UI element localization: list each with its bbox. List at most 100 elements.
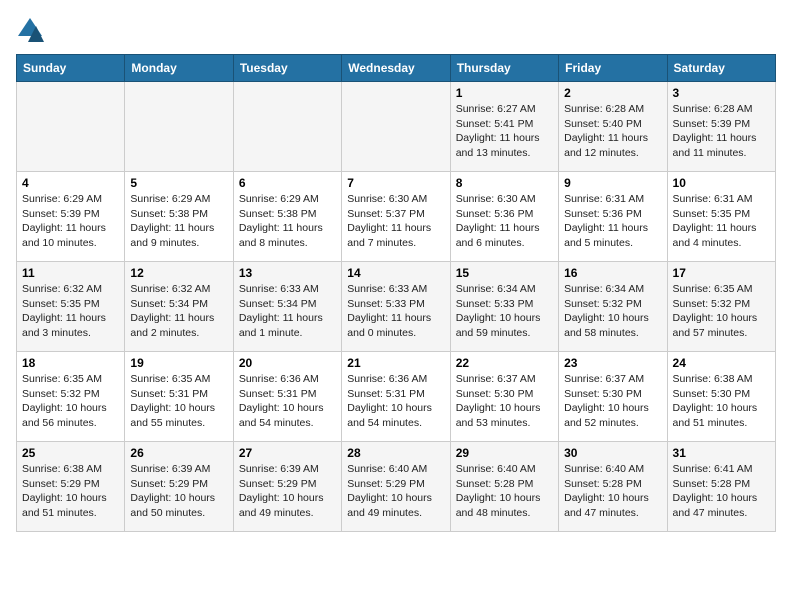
calendar-cell: 18 Sunrise: 6:35 AM Sunset: 5:32 PM Dayli… xyxy=(17,352,125,442)
day-number: 23 xyxy=(564,356,661,370)
calendar-cell: 24 Sunrise: 6:38 AM Sunset: 5:30 PM Dayli… xyxy=(667,352,775,442)
day-number: 2 xyxy=(564,86,661,100)
calendar-cell: 12Sunrise: 6:32 AM Sunset: 5:34 PM Dayli… xyxy=(125,262,233,352)
calendar-cell: 8 Sunrise: 6:30 AM Sunset: 5:36 PM Daylig… xyxy=(450,172,558,262)
day-number: 8 xyxy=(456,176,553,190)
weekday-header: Friday xyxy=(559,55,667,82)
day-number: 29 xyxy=(456,446,553,460)
day-info: Sunrise: 6:31 AM Sunset: 5:36 PM Dayligh… xyxy=(564,192,661,251)
weekday-header: Thursday xyxy=(450,55,558,82)
day-number: 20 xyxy=(239,356,336,370)
calendar-cell: 1 Sunrise: 6:27 AM Sunset: 5:41 PM Daylig… xyxy=(450,82,558,172)
day-info: Sunrise: 6:41 AM Sunset: 5:28 PM Dayligh… xyxy=(673,462,770,521)
day-info: Sunrise: 6:38 AM Sunset: 5:30 PM Dayligh… xyxy=(673,372,770,431)
calendar-cell: 16 Sunrise: 6:34 AM Sunset: 5:32 PM Dayli… xyxy=(559,262,667,352)
day-info: Sunrise: 6:28 AM Sunset: 5:40 PM Dayligh… xyxy=(564,102,661,161)
weekday-header: Sunday xyxy=(17,55,125,82)
day-number: 6 xyxy=(239,176,336,190)
day-number: 11 xyxy=(22,266,119,280)
calendar-cell: 7Sunrise: 6:30 AM Sunset: 5:37 PM Daylig… xyxy=(342,172,450,262)
calendar-cell: 5Sunrise: 6:29 AM Sunset: 5:38 PM Daylig… xyxy=(125,172,233,262)
day-number: 28 xyxy=(347,446,444,460)
day-number: 26 xyxy=(130,446,227,460)
day-info: Sunrise: 6:40 AM Sunset: 5:28 PM Dayligh… xyxy=(456,462,553,521)
day-number: 9 xyxy=(564,176,661,190)
day-info: Sunrise: 6:37 AM Sunset: 5:30 PM Dayligh… xyxy=(564,372,661,431)
calendar-header-row: SundayMondayTuesdayWednesdayThursdayFrid… xyxy=(17,55,776,82)
day-number: 21 xyxy=(347,356,444,370)
day-number: 10 xyxy=(673,176,770,190)
day-info: Sunrise: 6:32 AM Sunset: 5:35 PM Dayligh… xyxy=(22,282,119,341)
calendar-cell xyxy=(17,82,125,172)
calendar-cell: 2 Sunrise: 6:28 AM Sunset: 5:40 PM Daylig… xyxy=(559,82,667,172)
day-number: 15 xyxy=(456,266,553,280)
calendar-cell xyxy=(125,82,233,172)
day-number: 14 xyxy=(347,266,444,280)
day-number: 24 xyxy=(673,356,770,370)
calendar-cell: 23 Sunrise: 6:37 AM Sunset: 5:30 PM Dayli… xyxy=(559,352,667,442)
calendar-cell: 29 Sunrise: 6:40 AM Sunset: 5:28 PM Dayli… xyxy=(450,442,558,532)
weekday-header: Wednesday xyxy=(342,55,450,82)
day-info: Sunrise: 6:27 AM Sunset: 5:41 PM Dayligh… xyxy=(456,102,553,161)
day-number: 1 xyxy=(456,86,553,100)
day-info: Sunrise: 6:30 AM Sunset: 5:36 PM Dayligh… xyxy=(456,192,553,251)
calendar-cell xyxy=(342,82,450,172)
day-number: 31 xyxy=(673,446,770,460)
day-number: 25 xyxy=(22,446,119,460)
calendar-cell: 25 Sunrise: 6:38 AM Sunset: 5:29 PM Dayli… xyxy=(17,442,125,532)
calendar-table: SundayMondayTuesdayWednesdayThursdayFrid… xyxy=(16,54,776,532)
day-info: Sunrise: 6:28 AM Sunset: 5:39 PM Dayligh… xyxy=(673,102,770,161)
day-info: Sunrise: 6:33 AM Sunset: 5:33 PM Dayligh… xyxy=(347,282,444,341)
day-info: Sunrise: 6:37 AM Sunset: 5:30 PM Dayligh… xyxy=(456,372,553,431)
calendar-cell: 6 Sunrise: 6:29 AM Sunset: 5:38 PM Daylig… xyxy=(233,172,341,262)
day-number: 3 xyxy=(673,86,770,100)
calendar-week-row: 1 Sunrise: 6:27 AM Sunset: 5:41 PM Daylig… xyxy=(17,82,776,172)
day-number: 18 xyxy=(22,356,119,370)
day-number: 7 xyxy=(347,176,444,190)
calendar-week-row: 4Sunrise: 6:29 AM Sunset: 5:39 PM Daylig… xyxy=(17,172,776,262)
calendar-cell: 20 Sunrise: 6:36 AM Sunset: 5:31 PM Dayli… xyxy=(233,352,341,442)
calendar-cell: 19 Sunrise: 6:35 AM Sunset: 5:31 PM Dayli… xyxy=(125,352,233,442)
day-number: 27 xyxy=(239,446,336,460)
day-info: Sunrise: 6:29 AM Sunset: 5:39 PM Dayligh… xyxy=(22,192,119,251)
weekday-header: Tuesday xyxy=(233,55,341,82)
day-info: Sunrise: 6:29 AM Sunset: 5:38 PM Dayligh… xyxy=(239,192,336,251)
day-info: Sunrise: 6:32 AM Sunset: 5:34 PM Dayligh… xyxy=(130,282,227,341)
calendar-week-row: 18 Sunrise: 6:35 AM Sunset: 5:32 PM Dayli… xyxy=(17,352,776,442)
calendar-cell: 3 Sunrise: 6:28 AM Sunset: 5:39 PM Daylig… xyxy=(667,82,775,172)
day-number: 19 xyxy=(130,356,227,370)
day-info: Sunrise: 6:40 AM Sunset: 5:28 PM Dayligh… xyxy=(564,462,661,521)
calendar-cell xyxy=(233,82,341,172)
calendar-cell: 28Sunrise: 6:40 AM Sunset: 5:29 PM Dayli… xyxy=(342,442,450,532)
day-number: 13 xyxy=(239,266,336,280)
day-info: Sunrise: 6:29 AM Sunset: 5:38 PM Dayligh… xyxy=(130,192,227,251)
day-info: Sunrise: 6:38 AM Sunset: 5:29 PM Dayligh… xyxy=(22,462,119,521)
calendar-cell: 31 Sunrise: 6:41 AM Sunset: 5:28 PM Dayli… xyxy=(667,442,775,532)
day-info: Sunrise: 6:35 AM Sunset: 5:31 PM Dayligh… xyxy=(130,372,227,431)
day-info: Sunrise: 6:34 AM Sunset: 5:33 PM Dayligh… xyxy=(456,282,553,341)
weekday-header: Saturday xyxy=(667,55,775,82)
day-info: Sunrise: 6:39 AM Sunset: 5:29 PM Dayligh… xyxy=(130,462,227,521)
calendar-week-row: 11 Sunrise: 6:32 AM Sunset: 5:35 PM Dayli… xyxy=(17,262,776,352)
calendar-cell: 11 Sunrise: 6:32 AM Sunset: 5:35 PM Dayli… xyxy=(17,262,125,352)
calendar-cell: 22Sunrise: 6:37 AM Sunset: 5:30 PM Dayli… xyxy=(450,352,558,442)
calendar-cell: 4Sunrise: 6:29 AM Sunset: 5:39 PM Daylig… xyxy=(17,172,125,262)
calendar-cell: 27Sunrise: 6:39 AM Sunset: 5:29 PM Dayli… xyxy=(233,442,341,532)
day-number: 17 xyxy=(673,266,770,280)
day-info: Sunrise: 6:36 AM Sunset: 5:31 PM Dayligh… xyxy=(239,372,336,431)
calendar-week-row: 25 Sunrise: 6:38 AM Sunset: 5:29 PM Dayli… xyxy=(17,442,776,532)
calendar-cell: 10Sunrise: 6:31 AM Sunset: 5:35 PM Dayli… xyxy=(667,172,775,262)
day-info: Sunrise: 6:34 AM Sunset: 5:32 PM Dayligh… xyxy=(564,282,661,341)
calendar-cell: 13 Sunrise: 6:33 AM Sunset: 5:34 PM Dayli… xyxy=(233,262,341,352)
day-info: Sunrise: 6:35 AM Sunset: 5:32 PM Dayligh… xyxy=(22,372,119,431)
calendar-cell: 15 Sunrise: 6:34 AM Sunset: 5:33 PM Dayli… xyxy=(450,262,558,352)
page-header xyxy=(16,16,776,44)
logo-icon xyxy=(16,16,44,44)
day-info: Sunrise: 6:35 AM Sunset: 5:32 PM Dayligh… xyxy=(673,282,770,341)
calendar-cell: 14 Sunrise: 6:33 AM Sunset: 5:33 PM Dayli… xyxy=(342,262,450,352)
day-number: 16 xyxy=(564,266,661,280)
day-info: Sunrise: 6:33 AM Sunset: 5:34 PM Dayligh… xyxy=(239,282,336,341)
day-info: Sunrise: 6:36 AM Sunset: 5:31 PM Dayligh… xyxy=(347,372,444,431)
calendar-cell: 30 Sunrise: 6:40 AM Sunset: 5:28 PM Dayli… xyxy=(559,442,667,532)
day-number: 30 xyxy=(564,446,661,460)
